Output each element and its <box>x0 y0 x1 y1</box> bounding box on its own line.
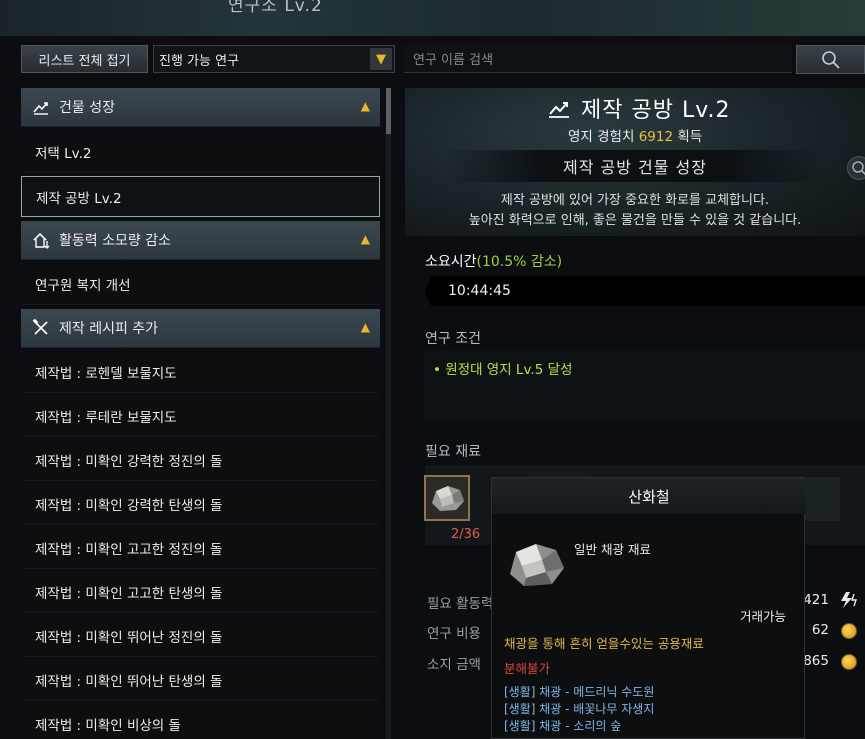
exp-value: 6912 <box>638 129 674 145</box>
list-item[interactable]: 제작법 : 미확인 고고한 정진의 돌 <box>21 528 380 569</box>
tooltip-description: 채광을 통해 흔히 얻을수있는 공용재료 <box>504 636 704 651</box>
detail-description: 제작 공방에 있어 가장 중요한 화로를 교체합니다. 높아진 화력으로 인해,… <box>405 191 865 231</box>
exp-prefix: 영지 경험치 <box>568 129 635 145</box>
desc-line: 제작 공방에 있어 가장 중요한 화로를 교체합니다. <box>500 193 770 208</box>
time-reduction: (10.5% 감소) <box>476 254 563 270</box>
material-slot[interactable] <box>424 475 470 521</box>
category-label: 건물 성장 <box>59 100 115 116</box>
tooltip-sources: [생활] 채광 - 메드리닉 수도원 [생활] 채광 - 배꽃나무 자생지 [생… <box>504 684 654 735</box>
exp-reward: 영지 경험치 6912 획득 <box>568 125 702 145</box>
category-activity-reduction[interactable]: 활동력 소모량 감소 ▲ <box>21 221 380 260</box>
time-value-bar: 10:44:45 <box>425 276 865 306</box>
building-growth-icon <box>549 102 569 118</box>
list-item-label: 제작법 : 로헨델 보물지도 <box>35 366 177 382</box>
tooltip-source: [생활] 채광 - 메드리닉 수도원 <box>504 685 655 699</box>
material-count: 2/36 <box>451 527 481 542</box>
category-label: 활동력 소모량 감소 <box>59 233 171 249</box>
research-filter-select[interactable]: 진행 가능 연구 ▼ <box>153 45 395 73</box>
category-recipe-add[interactable]: 제작 레시피 추가 ▲ <box>21 309 380 348</box>
list-item-label: 연구원 복지 개선 <box>35 278 131 294</box>
iron-ore-icon <box>510 544 564 586</box>
filter-selected-value: 진행 가능 연구 <box>159 53 240 69</box>
materials-label: 필요 재료 <box>425 444 481 460</box>
chevron-down-icon[interactable]: ▼ <box>370 48 392 70</box>
gold-coin-icon <box>841 623 857 639</box>
activity-energy-icon <box>841 592 857 608</box>
list-item[interactable]: 제작법 : 미확인 비상의 돌 <box>21 704 380 739</box>
iron-ore-icon <box>432 486 464 511</box>
scroll-thumb[interactable] <box>386 88 391 134</box>
condition-label: 연구 조건 <box>425 331 481 347</box>
detail-subtitle: 제작 공방 건물 성장 <box>445 150 825 182</box>
stat-label: 필요 활동력 <box>427 596 494 612</box>
tooltip-non-disassemble: 분해불가 <box>504 661 551 676</box>
list-item[interactable]: 제작법 : 루테란 보물지도 <box>21 396 380 437</box>
collapse-all-button[interactable]: 리스트 전체 접기 <box>21 45 148 73</box>
chevron-up-icon: ▲ <box>360 99 370 113</box>
condition-box: • 원정대 영지 Lv.5 달성 <box>425 350 865 420</box>
detail-title-text: 제작 공방 Lv.2 <box>581 98 731 123</box>
time-label-text: 소요시간 <box>425 254 477 270</box>
list-item-label: 제작법 : 미확인 고고한 정진의 돌 <box>35 542 223 558</box>
list-item[interactable]: 제작법 : 미확인 강력한 정진의 돌 <box>21 440 380 481</box>
tooltip-tradeable: 거래가능 <box>739 609 786 624</box>
search-icon <box>821 50 840 69</box>
category-building-growth[interactable]: 건물 성장 ▲ <box>21 88 380 127</box>
list-item-label: 제작법 : 미확인 강력한 탄생의 돌 <box>35 498 223 514</box>
desc-line: 높아진 화력으로 인해, 좋은 물건을 만들 수 있을 것 같습니다. <box>468 213 802 228</box>
crossed-tools-icon <box>31 318 51 338</box>
list-item[interactable]: 저택 Lv.2 <box>21 132 380 173</box>
time-label: 소요시간(10.5% 감소) <box>425 251 562 271</box>
window-title-bar: 연구소 Lv.2 <box>0 0 865 36</box>
tooltip-item-name: 산화철 <box>628 488 670 506</box>
list-item[interactable]: 제작법 : 로헨델 보물지도 <box>21 352 380 393</box>
list-item-label: 제작법 : 미확인 강력한 정진의 돌 <box>35 454 223 470</box>
list-item-label: 제작법 : 미확인 뛰어난 탄생의 돌 <box>35 674 223 690</box>
chevron-up-icon: ▲ <box>360 232 370 246</box>
tooltip-item-type: 일반 채광 재료 <box>574 542 651 557</box>
list-item[interactable]: 제작법 : 미확인 강력한 탄생의 돌 <box>21 484 380 525</box>
list-item[interactable]: 제작법 : 미확인 뛰어난 정진의 돌 <box>21 616 380 657</box>
list-item-selected[interactable]: 제작 공방 Lv.2 <box>21 176 380 217</box>
list-scrollbar[interactable] <box>386 88 391 739</box>
list-item-label: 제작법 : 미확인 뛰어난 정진의 돌 <box>35 630 223 646</box>
house-arrow-icon <box>31 230 51 250</box>
research-search-input[interactable]: 연구 이름 검색 <box>404 45 792 73</box>
detail-title: 제작 공방 Lv.2 <box>547 92 731 124</box>
detail-header: 제작 공방 Lv.2 영지 경험치 6912 획득 제작 공방 건물 성장 제작… <box>405 88 865 236</box>
zoom-button[interactable] <box>847 156 865 180</box>
list-item-label: 제작법 : 미확인 고고한 탄생의 돌 <box>35 586 223 602</box>
category-label: 제작 레시피 추가 <box>59 321 159 337</box>
gold-coin-icon <box>841 654 857 670</box>
stat-label: 연구 비용 <box>427 626 481 642</box>
tooltip-source: [생활] 채광 - 소리의 숲 <box>504 719 622 733</box>
list-item-label: 제작법 : 루테란 보물지도 <box>35 410 177 426</box>
magnifier-icon <box>852 161 865 176</box>
item-tooltip: 산화철 일반 채광 재료 거래가능 채광을 통해 흔히 얻을수있는 공용재료 분… <box>491 477 806 739</box>
condition-item: • 원정대 영지 Lv.5 달성 <box>433 362 573 378</box>
window-title: 연구소 Lv.2 <box>228 0 323 16</box>
list-item[interactable]: 제작법 : 미확인 뛰어난 탄생의 돌 <box>21 660 380 701</box>
list-item-label: 제작 공방 Lv.2 <box>36 190 122 207</box>
tooltip-source: [생활] 채광 - 배꽃나무 자생지 <box>504 702 655 716</box>
list-item[interactable]: 제작법 : 미확인 고고한 탄생의 돌 <box>21 572 380 613</box>
stat-label: 소지 금액 <box>427 657 481 673</box>
list-item-label: 제작법 : 미확인 비상의 돌 <box>35 718 181 734</box>
building-growth-icon <box>31 97 51 117</box>
chevron-up-icon: ▲ <box>360 320 370 334</box>
list-item[interactable]: 연구원 복지 개선 <box>21 264 380 305</box>
exp-suffix: 획득 <box>677 129 703 145</box>
research-list: 건물 성장 ▲ 저택 Lv.2 제작 공방 Lv.2 활동력 소모량 감소 ▲ … <box>21 88 380 739</box>
search-button[interactable] <box>796 45 865 74</box>
list-item-label: 저택 Lv.2 <box>35 146 92 162</box>
